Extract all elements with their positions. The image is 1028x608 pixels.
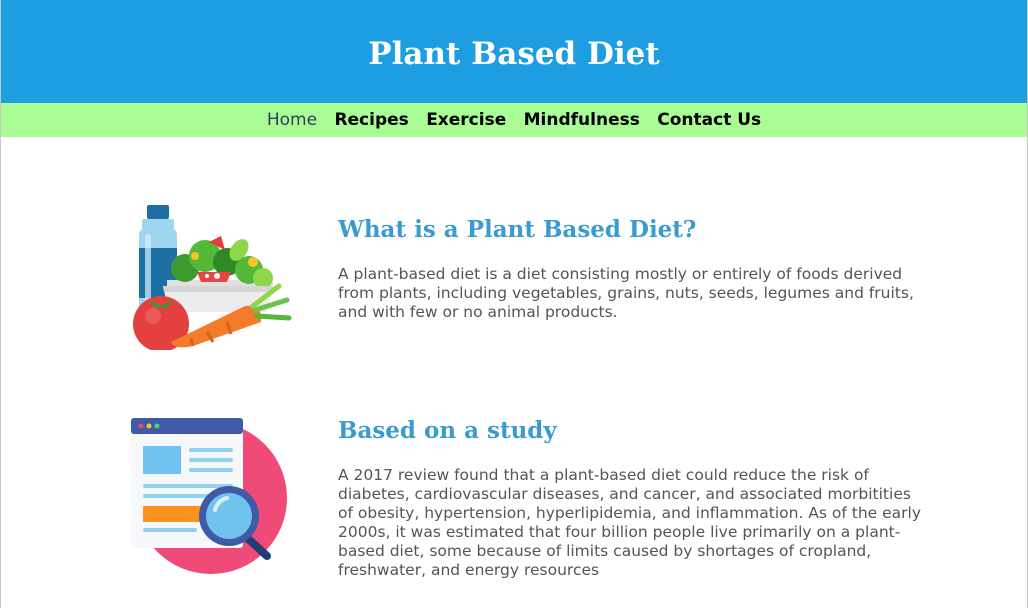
food-bowl-bottle-illustration xyxy=(133,205,292,350)
research-magnifier-illustration xyxy=(131,418,287,574)
nav-link-mindfulness[interactable]: Mindfulness xyxy=(524,103,640,137)
section-text-study: A 2017 review found that a plant-based d… xyxy=(338,466,922,579)
nav-link-recipes[interactable]: Recipes xyxy=(334,103,408,137)
site-title: Plant Based Diet xyxy=(368,36,660,72)
section-heading-study: Based on a study xyxy=(338,417,557,444)
site-header: Plant Based Diet xyxy=(1,0,1027,103)
nav-link-contact-us[interactable]: Contact Us xyxy=(657,103,761,137)
section-heading-plant-based-diet: What is a Plant Based Diet? xyxy=(338,216,697,243)
main-nav: Home Recipes Exercise Mindfulness Contac… xyxy=(1,103,1027,137)
nav-link-exercise[interactable]: Exercise xyxy=(426,103,506,137)
section-text-plant-based-diet: A plant-based diet is a diet consisting … xyxy=(338,265,914,321)
nav-link-home[interactable]: Home xyxy=(267,103,317,137)
page: Plant Based Diet Home Recipes Exercise M… xyxy=(0,0,1028,608)
